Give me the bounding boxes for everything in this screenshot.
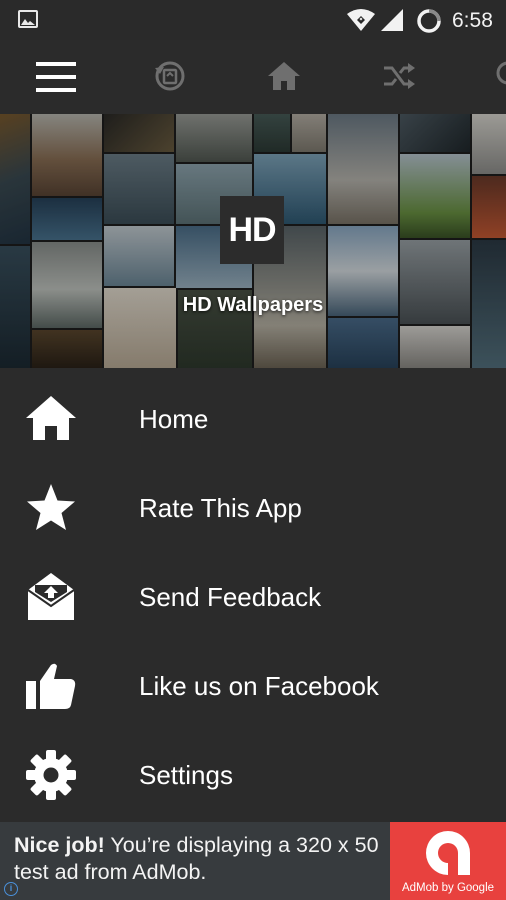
menu-item-facebook[interactable]: Like us on Facebook xyxy=(0,641,506,729)
admob-caption: AdMob by Google xyxy=(401,882,495,894)
app-title: HD Wallpapers xyxy=(182,294,324,316)
ad-info-icon[interactable]: i xyxy=(4,882,18,896)
clock: 6:58 xyxy=(452,9,493,32)
admob-badge[interactable]: AdMob by Google xyxy=(390,822,506,900)
drawer-menu: Home Rate This App Send Feedback Like us… xyxy=(0,370,506,822)
toolbar xyxy=(0,40,506,114)
ad-banner[interactable]: Nice job! You’re displaying a 320 x 50 t… xyxy=(0,822,506,900)
history-icon[interactable] xyxy=(152,58,188,94)
signal-icon xyxy=(381,9,403,31)
sync-icon xyxy=(417,9,441,33)
menu-item-label: Like us on Facebook xyxy=(139,671,379,701)
menu-item-feedback[interactable]: Send Feedback xyxy=(0,552,506,640)
menu-item-label: Home xyxy=(139,404,209,434)
search-icon[interactable] xyxy=(494,60,506,92)
app-logo: HD xyxy=(220,196,284,264)
thumbs-up-icon xyxy=(26,663,76,709)
menu-item-label: Settings xyxy=(139,760,233,790)
menu-item-home[interactable]: Home xyxy=(0,374,506,462)
menu-item-label: Send Feedback xyxy=(139,582,322,612)
gallery-icon xyxy=(18,10,38,28)
home-icon xyxy=(26,396,76,440)
menu-item-label: Rate This App xyxy=(139,493,302,523)
gear-icon xyxy=(26,750,76,800)
menu-icon[interactable] xyxy=(36,60,76,94)
status-bar: 6:58 xyxy=(0,0,506,40)
menu-item-rate[interactable]: Rate This App xyxy=(0,463,506,551)
feedback-mail-icon xyxy=(27,573,75,620)
ad-text: Nice job! You’re displaying a 320 x 50 t… xyxy=(14,832,386,886)
menu-item-settings[interactable]: Settings xyxy=(0,730,506,818)
admob-logo-icon xyxy=(426,831,470,875)
wifi-icon xyxy=(347,9,375,31)
shuffle-icon[interactable] xyxy=(382,60,416,92)
home-icon[interactable] xyxy=(266,60,302,92)
star-icon xyxy=(27,484,75,530)
ad-headline: Nice job! xyxy=(14,833,105,857)
